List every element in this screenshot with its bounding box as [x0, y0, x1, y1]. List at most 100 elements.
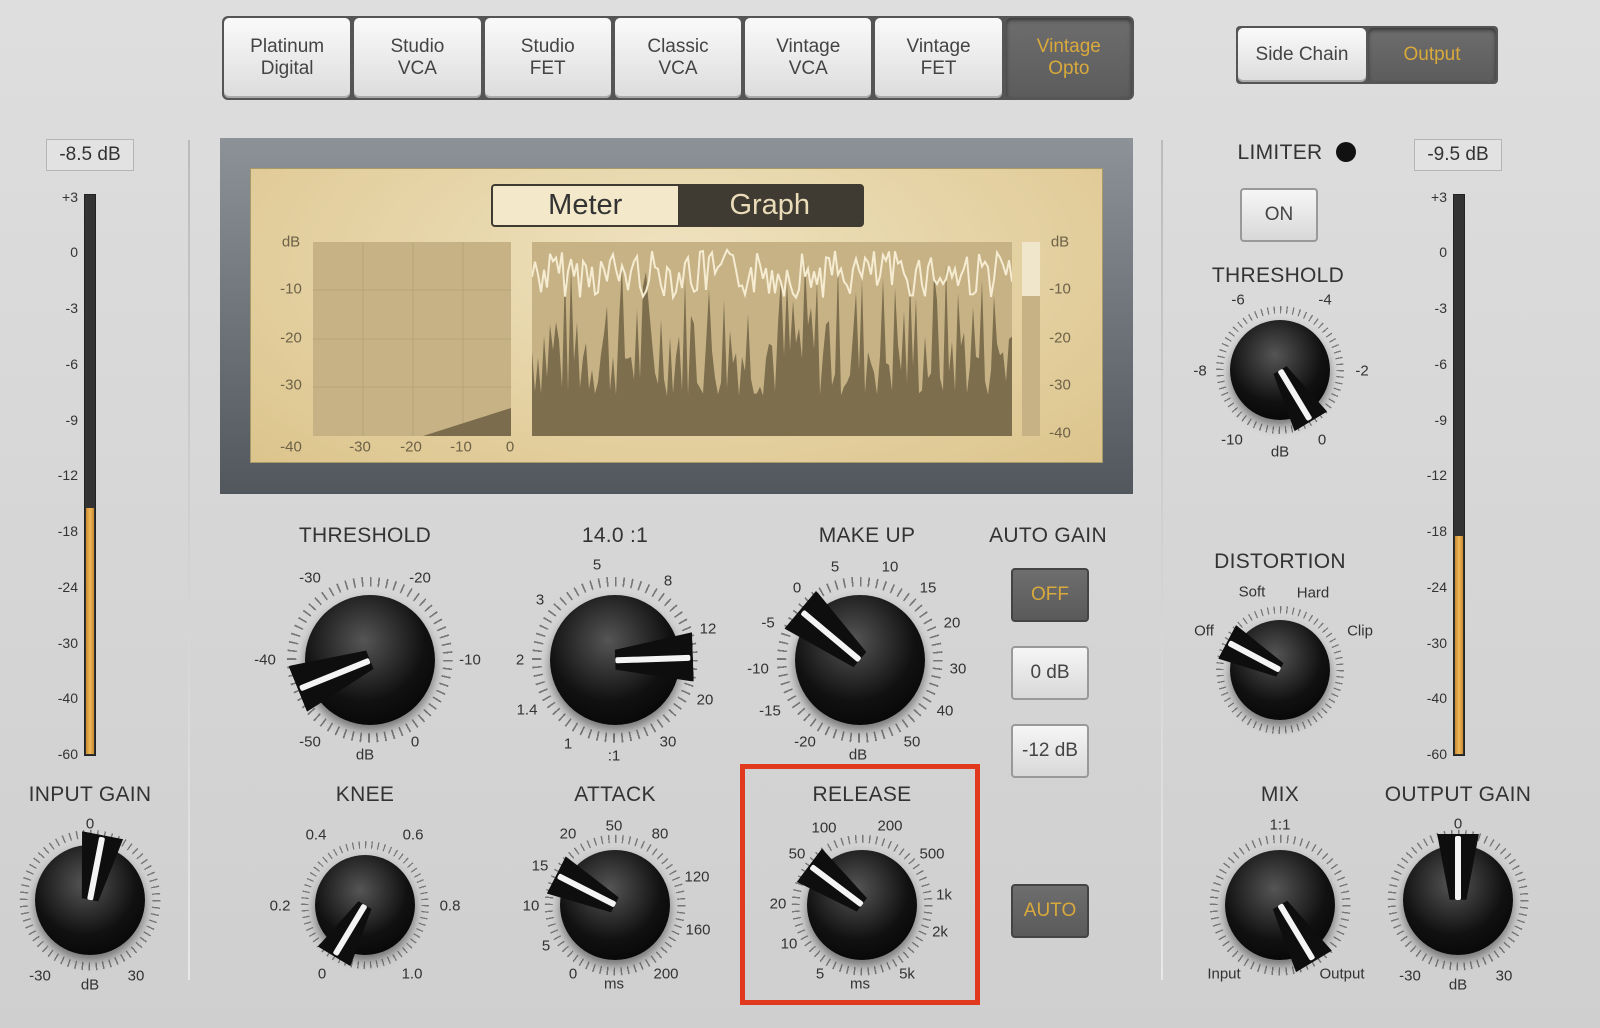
threshold-scale-label: dB: [355, 746, 375, 764]
distortion-title: DISTORTION: [1214, 550, 1346, 573]
auto-release-button[interactable]: AUTO: [1011, 884, 1089, 938]
threshold-title: THRESHOLD: [298, 524, 432, 547]
auto-gain-title: AUTO GAIN: [989, 524, 1107, 547]
threshold-scale-label: -30: [299, 569, 321, 587]
mix-scale-label: 1:1: [1269, 816, 1291, 834]
gain-reduction-label: -40: [1049, 424, 1071, 442]
model-tab[interactable]: Classic VCA: [614, 18, 742, 98]
ratio-scale-label: 5: [592, 556, 602, 574]
ratio-title: 14.0 :1: [581, 524, 649, 547]
view-tab[interactable]: Side Chain: [1238, 28, 1366, 82]
output-gain-knob[interactable]: [1403, 845, 1513, 955]
knee-knob[interactable]: [315, 855, 415, 955]
makeup-scale-label: -5: [761, 614, 775, 632]
input-meter-scale-label: -3: [65, 300, 78, 316]
graph-tab[interactable]: Graph: [678, 186, 863, 225]
auto-gain-off-button[interactable]: OFF: [1011, 568, 1089, 622]
makeup-scale-label: -15: [759, 702, 781, 720]
release-highlight-box: [740, 764, 980, 1005]
output-level-meter: [1453, 194, 1465, 756]
limiter-indicator-led: [1336, 142, 1356, 162]
distortion-knob[interactable]: [1230, 620, 1330, 720]
divider: [188, 140, 190, 980]
input-gain-scale-label: 30: [127, 967, 145, 985]
output-meter-scale-label: -3: [1434, 300, 1447, 316]
attack-title: ATTACK: [574, 783, 656, 806]
ratio-scale-label: 20: [696, 691, 714, 709]
meter-tab[interactable]: Meter: [493, 186, 678, 225]
knee-scale-label: 0.4: [305, 826, 327, 844]
limiter-threshold-scale-label: -8: [1193, 362, 1207, 380]
threshold-scale-label: -50: [299, 733, 321, 751]
limiter-threshold-title: THRESHOLD: [1211, 264, 1345, 287]
auto-gain-minus12db-button[interactable]: -12 dB: [1011, 724, 1089, 778]
makeup-scale-label: -20: [794, 733, 816, 751]
knee-scale-label: 0.6: [402, 826, 424, 844]
view-tabs: Side Chain Output: [1236, 26, 1498, 84]
distortion-scale-label: Off: [1194, 622, 1214, 640]
input-meter-scale-label: -18: [57, 523, 78, 539]
ratio-knob[interactable]: [550, 595, 680, 725]
model-tab[interactable]: Vintage FET: [875, 18, 1002, 98]
output-meter-scale-label: -12: [1426, 467, 1447, 483]
threshold-scale-label: -40: [254, 651, 276, 669]
auto-gain-0db-button[interactable]: 0 dB: [1011, 646, 1089, 700]
output-meter-scale-label: -30: [1426, 635, 1447, 651]
input-meter-scale-label: +3: [62, 189, 78, 205]
makeup-scale-label: 15: [919, 579, 937, 597]
graph-x-label: -30: [349, 438, 371, 456]
distortion-scale-label: Clip: [1347, 622, 1373, 640]
threshold-knob[interactable]: [305, 595, 435, 725]
model-tab[interactable]: Studio VCA: [354, 18, 481, 98]
graph-y-label: -20: [280, 329, 302, 347]
limiter-threshold-knob[interactable]: [1230, 320, 1330, 420]
attack-scale-label: 10: [522, 897, 540, 915]
makeup-scale-label: -10: [747, 660, 769, 678]
output-gain-title: OUTPUT GAIN: [1384, 783, 1532, 806]
input-meter-scale-label: 0: [70, 244, 78, 260]
input-meter-scale-label: -60: [57, 746, 78, 762]
attack-scale-label: 0: [568, 965, 578, 983]
input-meter-scale-label: -6: [65, 356, 78, 372]
model-tab[interactable]: Studio FET: [484, 18, 611, 98]
limiter-threshold-scale-label: 0: [1317, 431, 1327, 449]
mix-knob[interactable]: [1225, 850, 1335, 960]
compressor-model-tabs: Platinum Digital Studio VCA Studio FET Clas…: [222, 16, 1134, 100]
input-level-readout: -8.5 dB: [46, 139, 134, 171]
input-meter-scale-label: -24: [57, 579, 78, 595]
graph-x-label: -20: [400, 438, 422, 456]
input-level-meter: [84, 194, 96, 756]
attack-scale-label: 160: [685, 921, 711, 939]
distortion-scale-label: Soft: [1238, 583, 1266, 601]
view-tab[interactable]: Output: [1368, 28, 1496, 82]
gain-reduction-label: dB: [1050, 233, 1070, 251]
model-tab[interactable]: Vintage Opto: [1005, 18, 1132, 98]
ratio-scale-label: 12: [699, 620, 717, 638]
waveform-graph: [532, 242, 1012, 436]
output-gain-scale-label: -30: [1399, 967, 1421, 985]
ratio-scale-label: 1.4: [516, 701, 538, 719]
limiter-on-button[interactable]: ON: [1240, 188, 1318, 242]
output-meter-scale-label: -6: [1434, 356, 1447, 372]
graph-y-label: -40: [280, 438, 302, 456]
output-meter-scale-label: -24: [1426, 579, 1447, 595]
input-gain-knob[interactable]: [35, 845, 145, 955]
attack-knob[interactable]: [560, 850, 670, 960]
model-tab[interactable]: Vintage VCA: [745, 18, 872, 98]
graph-y-label: -30: [280, 376, 302, 394]
makeup-scale-label: dB: [848, 746, 868, 764]
knee-scale-label: 0: [317, 965, 327, 983]
makeup-title: MAKE UP: [818, 524, 916, 547]
model-tab[interactable]: Platinum Digital: [224, 18, 351, 98]
limiter-threshold-scale-label: -6: [1231, 291, 1245, 309]
limiter-threshold-scale-label: -10: [1221, 431, 1243, 449]
makeup-scale-label: 50: [903, 733, 921, 751]
limiter-label: LIMITER: [1237, 141, 1323, 164]
attack-scale-label: 200: [653, 965, 679, 983]
output-meter-fill: [1455, 535, 1463, 754]
threshold-scale-label: -20: [409, 569, 431, 587]
threshold-scale-label: -10: [459, 651, 481, 669]
makeup-knob[interactable]: [795, 595, 925, 725]
knee-scale-label: 0.2: [269, 897, 291, 915]
attack-scale-label: 5: [541, 937, 551, 955]
